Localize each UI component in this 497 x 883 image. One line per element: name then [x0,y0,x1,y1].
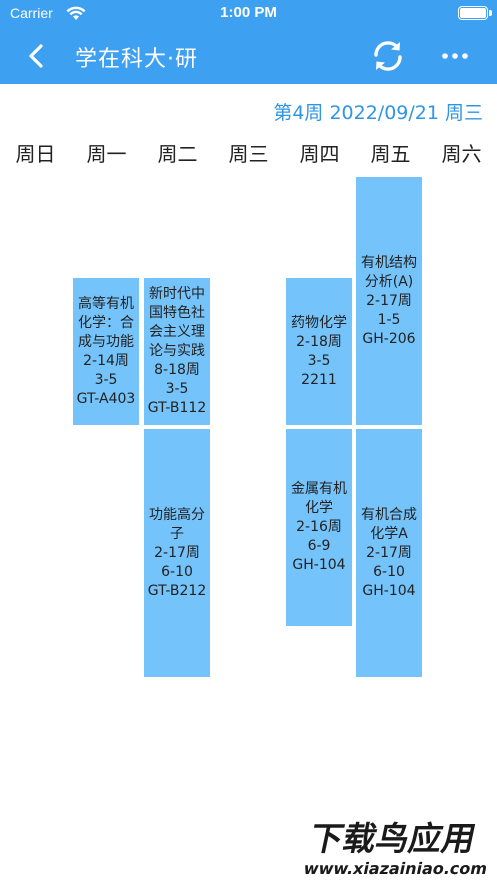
course-weeks: 8-18周 [154,362,200,378]
weekday-saturday: 周六 [441,142,482,166]
course-room: GH-206 [362,330,416,347]
course-name: 有机合成化学A [361,506,417,542]
back-chevron-icon[interactable] [22,40,52,72]
course-room: GT-B212 [147,582,207,599]
svg-text:下载鸟应用: 下载鸟应用 [306,819,479,858]
course-name: 高等有机化学：合成与功能 [78,295,134,350]
course-periods: 6-9 [307,538,331,554]
weekday-monday: 周一 [86,142,127,166]
course-block[interactable]: 有机合成化学A 2-17周 6-10 GH-104 [356,429,422,677]
current-week-date: 第4周 2022/09/21 周三 [273,102,483,124]
svg-text:www.xiazainiao.com: www.xiazainiao.com [302,859,489,878]
course-periods: 3-5 [94,371,118,388]
course-room: 2211 [301,371,337,388]
course-name: 功能高分子 [149,506,205,542]
status-bar: Carrier 1:00 PM [0,0,497,28]
weekday-tuesday: 周二 [157,142,198,166]
course-name: 新时代中国特色社会主义理论与实践 [149,286,205,359]
course-periods: 1-5 [377,311,401,328]
course-block[interactable]: 金属有机化学 2-16周 6-9 GH-104 [286,429,352,626]
course-weeks: 2-17周 [154,544,200,561]
course-block[interactable]: 药物化学 2-18周 3-5 2211 [286,278,352,425]
course-block[interactable]: 功能高分子 2-17周 6-10 GT-B212 [144,429,210,677]
course-weeks: 2-18周 [296,333,342,350]
course-periods: 3-5 [165,381,189,397]
weekday-wednesday: 周三 [228,142,269,166]
course-periods: 6-10 [373,563,405,580]
battery-icon [458,6,492,20]
page-title: 学在科大·研 [75,47,198,72]
weekday-friday: 周五 [370,142,411,166]
weekday-sunday: 周日 [15,142,56,166]
more-icon[interactable] [438,44,472,68]
course-name: 有机结构分析(A) [361,254,417,290]
course-periods: 3-5 [307,352,331,369]
nav-bar: 学在科大·研 [0,28,497,84]
course-weeks: 2-16周 [296,519,342,535]
course-room: GH-104 [362,582,416,599]
course-block[interactable]: 有机结构分析(A) 2-17周 1-5 GH-206 [356,177,422,425]
refresh-icon[interactable] [370,38,406,74]
course-room: GT-A403 [76,390,136,407]
course-room: GT-B112 [147,400,207,416]
clock: 1:00 PM [220,4,277,21]
weekday-header: 周日 周一 周二 周三 周四 周五 周六 [0,138,497,168]
course-room: GH-104 [292,557,346,573]
course-weeks: 2-14周 [83,352,129,369]
weekday-thursday: 周四 [299,142,340,166]
course-weeks: 2-17周 [366,544,412,561]
course-block[interactable]: 高等有机化学：合成与功能 2-14周 3-5 GT-A403 [73,278,139,425]
course-weeks: 2-17周 [366,292,412,309]
course-periods: 6-10 [161,563,193,580]
course-name: 药物化学 [291,314,347,331]
course-name: 金属有机化学 [291,481,347,516]
watermark-logo: 下载鸟应用 下载鸟应用 www.xiazainiao.com www.xiaza… [300,816,491,880]
course-block[interactable]: 新时代中国特色社会主义理论与实践 8-18周 3-5 GT-B112 [144,278,210,425]
